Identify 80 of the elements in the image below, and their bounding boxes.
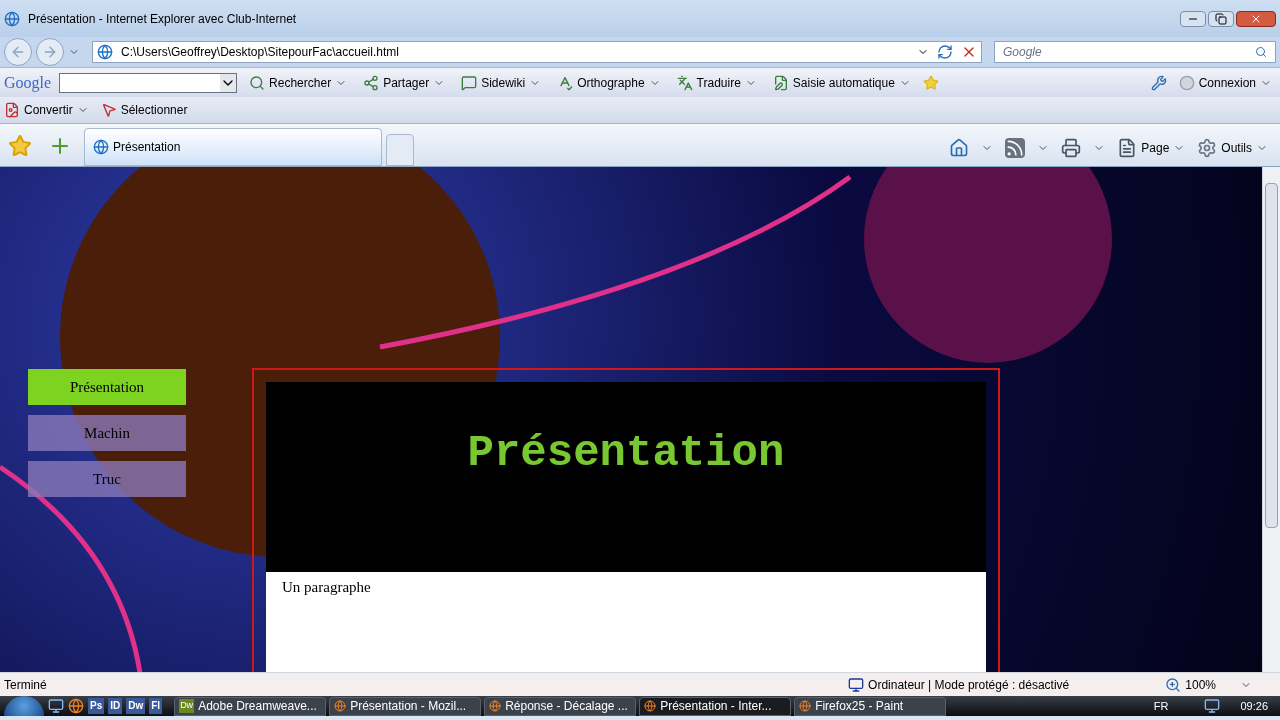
zoom-button[interactable]: 100% [1165, 675, 1252, 694]
page-heading: Présentation [467, 427, 785, 476]
toolbar-menu-button[interactable]: Traduire [672, 73, 761, 92]
restore-icon [1215, 12, 1227, 25]
taskbar-button[interactable]: Réponse - Décalage ... [484, 696, 637, 716]
network-icon[interactable] [1204, 698, 1221, 714]
security-zone: Ordinateur | Mode protégé : désactivé [868, 676, 1070, 694]
taskbar-button[interactable]: Dw Adobe Dreamweave... [174, 696, 327, 716]
toolbar-menu-button[interactable]: Partager [359, 73, 450, 92]
pointer-icon [100, 102, 117, 118]
search-field[interactable]: Google [994, 41, 1276, 63]
taskbar-button[interactable]: Firefox25 - Paint [794, 696, 947, 716]
minimize-button[interactable] [1180, 10, 1206, 27]
pdf-toolbar-button[interactable]: Convertir [4, 101, 89, 119]
page-paragraph: Un paragraphe [281, 578, 372, 597]
favorites-star-icon[interactable] [8, 134, 32, 158]
page-icon [97, 44, 113, 60]
toolbar-menu-button[interactable]: Orthographe [553, 73, 665, 92]
taskbar-button-label: Présentation - Mozil... [350, 698, 467, 715]
command-menu-button[interactable]: Page [1117, 138, 1186, 158]
computer-icon [848, 676, 865, 693]
globe-icon [489, 700, 502, 712]
toolbar-search-field[interactable] [59, 72, 238, 93]
page-icon [1117, 138, 1138, 158]
toolbar-menu-button[interactable]: Saisie automatique [768, 73, 915, 92]
scrollbar[interactable] [1262, 167, 1280, 672]
globe-icon [799, 700, 812, 712]
browser-tab[interactable]: Présentation [84, 128, 382, 166]
address-field[interactable]: C:\Users\Geoffrey\Desktop\SitepourFac\accueil.html [92, 41, 982, 63]
toolbar-menu-button[interactable]: Rechercher [245, 73, 352, 92]
globe-icon [334, 700, 347, 712]
toolbar-menu-button[interactable]: Sidewiki [457, 73, 546, 92]
toolbar-icon [363, 74, 380, 91]
dropdown-icon[interactable] [220, 73, 237, 92]
wrench-icon[interactable] [1150, 74, 1167, 91]
feed-icon[interactable] [1005, 138, 1026, 158]
circle-icon [1178, 74, 1195, 91]
app-launch-icon[interactable]: Fl [149, 698, 163, 714]
start-orb[interactable] [4, 696, 44, 716]
status-text: Terminé [4, 676, 47, 694]
zoom-icon [1165, 676, 1182, 693]
toolbar-icon [249, 74, 266, 91]
clock[interactable]: 09:26 [1240, 697, 1268, 715]
app-launch-icon[interactable]: ID [108, 698, 123, 714]
close-button[interactable] [1236, 10, 1276, 27]
command-menu-button[interactable]: Outils [1197, 138, 1268, 158]
taskbar-button-label: Présentation - Inter... [660, 698, 772, 715]
page-icon [93, 139, 109, 155]
globe-icon [644, 700, 657, 712]
forward-arrow-icon [42, 44, 58, 60]
toolbar-icon [772, 74, 789, 91]
home-icon[interactable] [949, 138, 970, 158]
browser-logo-icon [4, 10, 20, 27]
app-badge: Dw [179, 699, 195, 713]
toolbar-icon [676, 74, 693, 91]
nav-button[interactable]: Truc [28, 461, 186, 497]
search-icon[interactable] [1255, 46, 1267, 58]
signin-button[interactable]: Connexion [1174, 73, 1276, 92]
restore-button[interactable] [1208, 10, 1234, 27]
taskbar-button-label: Adobe Dreamweave... [198, 698, 317, 715]
taskbar-button-label: Firefox25 - Paint [815, 698, 904, 715]
window-title: Présentation - Internet Explorer avec Club-Internet [28, 10, 297, 28]
pdf-toolbar-button[interactable]: Sélectionner [100, 101, 188, 119]
toolbar-icon [557, 74, 574, 91]
nav-button[interactable]: Présentation [28, 369, 186, 405]
taskbar-button[interactable]: Présentation - Mozil... [329, 696, 482, 716]
app-launch-icon[interactable]: Dw [126, 698, 146, 714]
print-icon[interactable] [1061, 138, 1082, 158]
browser-launch-icon[interactable] [68, 698, 84, 714]
refresh-icon[interactable] [937, 44, 953, 60]
app-launch-icon[interactable]: Ps [88, 698, 105, 714]
toolbar-icon [461, 74, 478, 91]
language-indicator[interactable]: FR [1153, 697, 1169, 715]
nav-button[interactable]: Machin [28, 415, 186, 451]
taskbar-button[interactable]: Présentation - Inter... [639, 696, 792, 716]
settings-icon [1197, 138, 1218, 158]
document-icon [4, 102, 20, 118]
taskbar-button-label: Réponse - Décalage ... [505, 698, 628, 715]
show-desktop-icon[interactable] [48, 698, 64, 714]
google-logo: Google [4, 72, 52, 94]
